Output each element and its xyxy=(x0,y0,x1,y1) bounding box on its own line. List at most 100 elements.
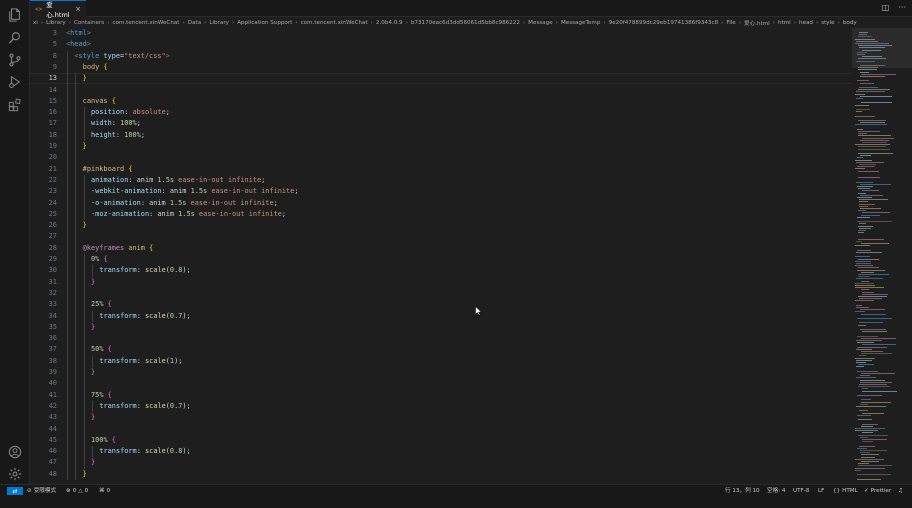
notifications-bell-icon[interactable]: ♫ xyxy=(898,487,903,495)
minimap-line xyxy=(861,73,896,75)
minimap-viewport-slider[interactable] xyxy=(852,28,912,68)
more-actions-icon[interactable]: ··· xyxy=(898,3,906,12)
encoding[interactable]: UTF-8 xyxy=(793,487,809,495)
minimap-line xyxy=(856,406,886,407)
indent-guide xyxy=(83,107,85,141)
line-number: 17 xyxy=(48,119,57,128)
line-number: 8 xyxy=(52,51,57,60)
minimap-line xyxy=(861,425,873,427)
line-number: 5 xyxy=(52,40,57,49)
minimap-line xyxy=(860,375,870,377)
line-number: 23 xyxy=(48,187,57,196)
restricted-mode-indicator[interactable]: ⊘ 受限模式 xyxy=(27,487,56,495)
minimap-line xyxy=(860,155,871,157)
code-line: } xyxy=(82,74,87,83)
tab-close-icon[interactable]: × xyxy=(75,5,81,13)
minimap-line xyxy=(855,168,865,170)
line-number: 31 xyxy=(48,277,57,286)
code-area[interactable]: <html> <head> <style type="text/css"> body … xyxy=(66,28,852,484)
minimap-line xyxy=(861,351,883,352)
settings-gear-icon[interactable] xyxy=(5,464,25,484)
minimap-line xyxy=(862,212,890,214)
breadcrumb-item[interactable]: body xyxy=(842,20,858,26)
indent-guide xyxy=(83,174,85,221)
remote-indicator-icon[interactable]: ⇄ xyxy=(7,487,23,495)
minimap-line xyxy=(860,403,868,405)
minimap-line xyxy=(862,390,897,392)
code-line: 100% { xyxy=(91,435,116,444)
breadcrumb-item[interactable]: 2.0b4.0.9 xyxy=(375,20,404,26)
breadcrumb-item[interactable]: com.tencent.xinWeChat xyxy=(111,20,180,26)
minimap-line xyxy=(861,373,895,374)
minimap-line xyxy=(858,463,869,465)
breadcrumb-item[interactable]: Application Support xyxy=(236,20,293,26)
minimap-line xyxy=(860,194,883,196)
breadcrumb-item[interactable]: com.tencent.xinWeChat xyxy=(300,20,369,26)
minimap-line xyxy=(855,357,875,359)
breadcrumb-item[interactable]: Message xyxy=(527,20,554,26)
breadcrumb-item[interactable]: 9e20f478899dc29eb19741386f9343c8 xyxy=(608,20,720,26)
minimap-line xyxy=(862,142,887,143)
end-of-line[interactable]: LF xyxy=(818,487,824,495)
minimap-line xyxy=(858,170,879,172)
minimap-line xyxy=(857,249,871,251)
breadcrumb-item[interactable]: head xyxy=(798,20,814,26)
line-number: 35 xyxy=(48,322,57,331)
code-editor[interactable]: 3 5 8 9 13 14 15 16 17 18 19 20 21 22 23 24 25 26 27 28 29 30… xyxy=(30,28,852,484)
line-number: 30 xyxy=(48,266,57,275)
line-number: 9 xyxy=(52,62,57,71)
tab-aixin-html[interactable]: <> 爱心.html × xyxy=(30,0,86,19)
search-icon[interactable] xyxy=(5,28,25,48)
extensions-icon[interactable] xyxy=(5,95,25,115)
breadcrumb-item[interactable]: style xyxy=(820,20,835,26)
run-debug-icon[interactable] xyxy=(5,72,25,92)
minimap[interactable] xyxy=(852,28,912,484)
indent-guide xyxy=(92,310,94,322)
breadcrumb-item[interactable]: Library xyxy=(45,20,67,26)
breadcrumb-item[interactable]: html xyxy=(777,20,792,26)
line-number: 32 xyxy=(48,288,57,297)
explorer-icon[interactable] xyxy=(5,5,25,25)
language-mode[interactable]: {} HTML xyxy=(833,487,858,495)
minimap-line xyxy=(856,241,862,242)
line-number: 29 xyxy=(48,255,57,263)
minimap-line xyxy=(858,133,867,135)
breadcrumb-item[interactable]: b73170eac6d3dd56061d5bb8c986222 xyxy=(410,20,521,26)
minimap-line xyxy=(861,461,879,462)
code-line: -webkit-animation: anim 1.5s ease-in-out… xyxy=(91,187,299,196)
minimap-line xyxy=(861,313,886,315)
line-number: 38 xyxy=(48,356,57,365)
indentation[interactable]: 空格: 4 xyxy=(767,487,785,495)
account-icon[interactable] xyxy=(5,442,25,462)
minimap-line xyxy=(855,428,885,429)
breadcrumb-item[interactable]: MessageTemp xyxy=(560,20,601,26)
ports-indicator[interactable]: ⌘ 0 xyxy=(99,487,110,495)
source-control-icon[interactable] xyxy=(5,50,25,70)
breadcrumb-item[interactable]: File xyxy=(725,20,736,26)
braces-icon: {} xyxy=(833,488,841,494)
breadcrumb-item[interactable]: 爱心.html xyxy=(743,19,771,27)
minimap-line xyxy=(856,348,872,350)
split-editor-icon[interactable]: ◫ xyxy=(882,3,890,12)
ports-icon: ⌘ xyxy=(99,488,105,494)
minimap-line xyxy=(859,87,878,88)
breadcrumb-item[interactable]: Library xyxy=(208,20,230,26)
minimap-line xyxy=(860,71,869,73)
code-line: <style type="text/css"> xyxy=(74,51,170,60)
breadcrumb-item[interactable]: Containers xyxy=(73,20,105,26)
minimap-line xyxy=(858,465,892,467)
check-double-icon: ✓ xyxy=(864,488,869,494)
minimap-line xyxy=(855,287,884,289)
line-number: 19 xyxy=(48,142,57,150)
prettier-status[interactable]: ✓ Prettier xyxy=(864,487,891,495)
line-number: 45 xyxy=(48,435,57,444)
problems-indicator[interactable]: ⊗ 0 △ 0 xyxy=(66,487,88,495)
cursor-position[interactable]: 行 13，列 10 xyxy=(725,487,760,495)
code-line: animation: anim 1.5s ease-in-out infinit… xyxy=(91,175,266,184)
minimap-line xyxy=(855,458,884,460)
minimap-line xyxy=(862,331,887,333)
breadcrumb-item[interactable]: Data xyxy=(187,20,202,26)
minimap-line xyxy=(859,322,883,324)
code-line: } xyxy=(91,322,96,331)
breadcrumb-item[interactable]: xi xyxy=(32,20,39,26)
